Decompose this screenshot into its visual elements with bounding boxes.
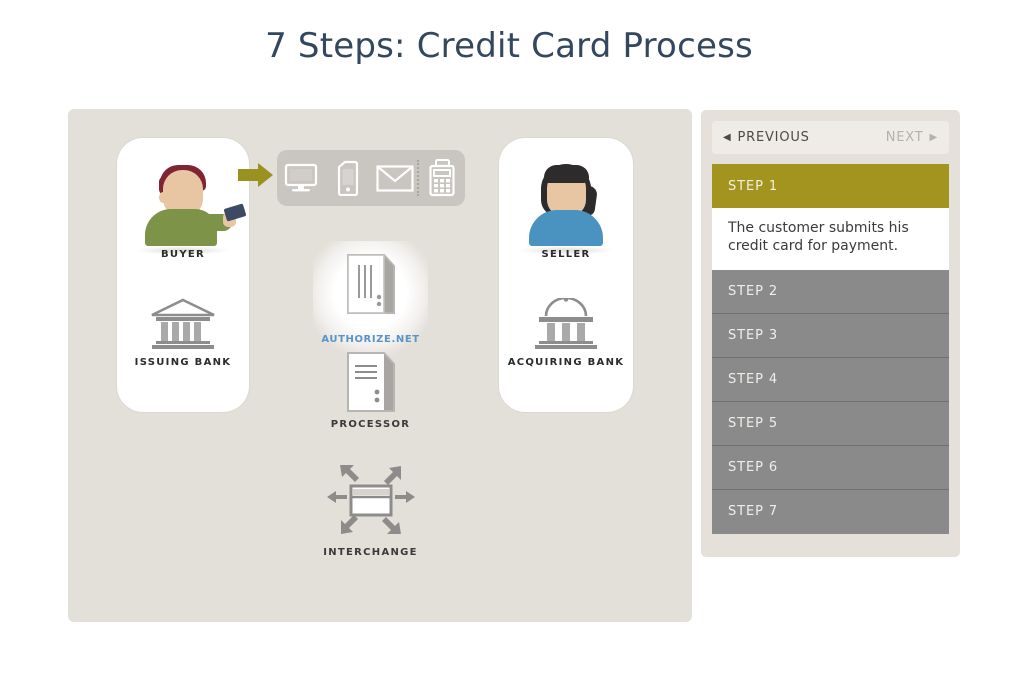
step-label-4: STEP 4 xyxy=(728,371,779,387)
buyer-card[interactable]: BUYER ISSUING BANK xyxy=(117,138,249,412)
issuing-bank-label: ISSUING BANK xyxy=(134,357,232,368)
channels-bar xyxy=(277,150,465,206)
next-label: NEXT xyxy=(885,130,924,145)
step-label-2: STEP 2 xyxy=(728,283,779,299)
buyer-figure-icon xyxy=(129,156,247,246)
step-label-5: STEP 5 xyxy=(728,415,779,431)
step-item-7[interactable]: STEP 7 xyxy=(712,489,949,534)
acquiring-bank-label: ACQUIRING BANK xyxy=(507,357,625,368)
step-item-3[interactable]: STEP 3 xyxy=(712,313,949,358)
step-item-5[interactable]: STEP 5 xyxy=(712,401,949,446)
payment-arrow-icon xyxy=(238,162,274,193)
issuing-bank-icon xyxy=(117,298,249,358)
step-label-3: STEP 3 xyxy=(728,327,779,343)
next-button[interactable]: NEXT ▶ xyxy=(886,130,938,145)
interchange-label: INTERCHANGE xyxy=(323,547,418,558)
step-label-1: STEP 1 xyxy=(728,178,779,194)
page-title: 7 Steps: Credit Card Process xyxy=(265,26,753,66)
previous-button[interactable]: ◀ PREVIOUS xyxy=(723,130,810,145)
step-label-7: STEP 7 xyxy=(728,504,779,520)
processor-label: PROCESSOR xyxy=(330,419,411,430)
authorize-net-label: AUTHORIZE.NET xyxy=(321,334,420,345)
steps-sidebar: ◀ PREVIOUS NEXT ▶ STEP 1 The customer su… xyxy=(701,110,960,557)
next-arrow-icon: ▶ xyxy=(929,131,938,143)
step-label-6: STEP 6 xyxy=(728,459,779,475)
steps-list: STEP 1 The customer submits his credit c… xyxy=(712,164,949,534)
seller-figure-icon xyxy=(513,156,619,246)
mobile-phone-icon[interactable] xyxy=(324,160,371,196)
previous-label: PREVIOUS xyxy=(737,130,810,145)
monitor-icon[interactable] xyxy=(277,163,324,193)
seller-card[interactable]: SELLER ACQUIRING BANK xyxy=(499,138,633,412)
processor-node[interactable]: PROCESSOR xyxy=(313,349,428,439)
diagram-stage: BUYER ISSUING BANK SELLER ACQUIRING BANK… xyxy=(68,109,692,622)
previous-arrow-icon: ◀ xyxy=(723,131,732,143)
seller-label: SELLER xyxy=(541,249,591,260)
step-item-1[interactable]: STEP 1 xyxy=(712,164,949,208)
step-item-6[interactable]: STEP 6 xyxy=(712,445,949,490)
step-item-2[interactable]: STEP 2 xyxy=(712,269,949,314)
authorize-net-node[interactable]: AUTHORIZE.NET xyxy=(313,241,428,356)
step-description-1: The customer submits his credit card for… xyxy=(712,208,949,270)
envelope-icon[interactable] xyxy=(371,164,418,192)
channel-divider xyxy=(417,160,419,196)
card-terminal-icon[interactable] xyxy=(418,159,465,197)
buyer-label: BUYER xyxy=(160,249,205,260)
step-navigation-bar: ◀ PREVIOUS NEXT ▶ xyxy=(712,121,949,154)
interchange-node[interactable]: INTERCHANGE xyxy=(313,464,428,564)
acquiring-bank-icon xyxy=(499,298,633,358)
step-item-4[interactable]: STEP 4 xyxy=(712,357,949,402)
credit-card-icon xyxy=(223,203,247,222)
